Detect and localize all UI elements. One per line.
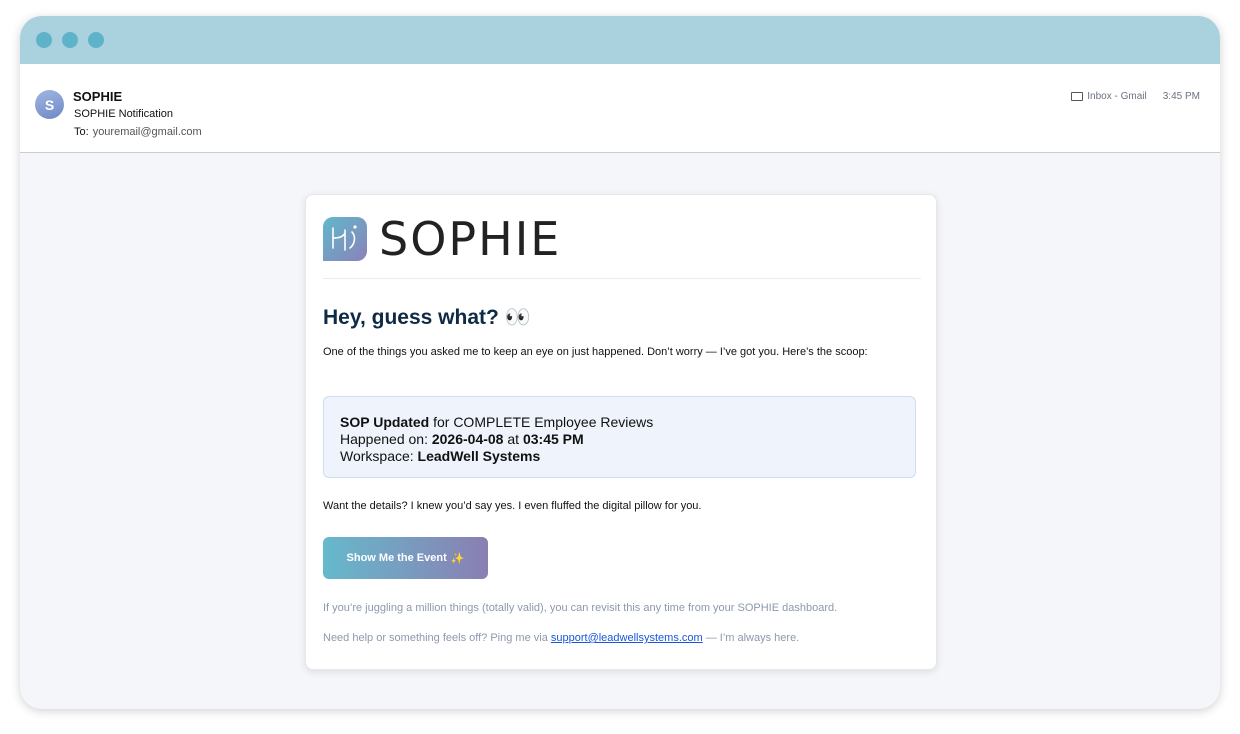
show-event-button-label: Show Me the Event [346,552,447,564]
sender-name[interactable]: SOPHIE [73,89,122,104]
workspace-label: Workspace: [340,448,418,464]
window-titlebar [20,16,1220,64]
event-subject: for COMPLETE Employee Reviews [429,414,654,430]
support-note-suffix: — I’m always here. [702,632,800,644]
folder-label[interactable]: Inbox - Gmail [1087,91,1146,102]
support-note-prefix: Need help or something feels off? Ping m… [323,632,551,644]
folder-icon [1071,92,1084,101]
email-meta: Inbox - Gmail 3:45 PM [1071,91,1200,102]
support-note: Need help or something feels off? Ping m… [323,632,799,644]
details-prompt-text: Want the details? I knew you’d say yes. … [323,500,702,512]
minimize-window-dot[interactable] [62,32,78,48]
logo-divider [323,278,921,279]
event-summary-box: SOP Updated for COMPLETE Employee Review… [323,396,916,478]
at-label: at [503,431,523,447]
close-window-dot[interactable] [36,32,52,48]
workspace-line: Workspace: LeadWell Systems [340,448,899,465]
maximize-window-dot[interactable] [88,32,104,48]
event-date: 2026-04-08 [431,431,504,447]
sophie-logo: SOPHIE [323,215,561,263]
support-email-link[interactable]: support@leadwellsystems.com [551,632,703,644]
sophie-logo-mark-icon [323,217,367,261]
show-event-button[interactable]: Show Me the Event ✨ [323,537,488,579]
sparkles-icon: ✨ [450,552,465,565]
event-line: SOP Updated for COMPLETE Employee Review… [340,414,899,431]
sender-avatar: S [35,90,64,119]
event-time: 03:45 PM [522,431,584,447]
email-header: S SOPHIE SOPHIE Notification To: youremai… [20,64,1220,153]
email-body-card: SOPHIE Hey, guess what? 👀 One of the thi… [305,194,937,670]
email-intro-text: One of the things you asked me to keep a… [323,346,868,358]
received-time: 3:45 PM [1162,91,1200,102]
event-date-line: Happened on: 2026-04-08 at 03:45 PM [340,431,899,448]
email-headline: Hey, guess what? 👀 [323,306,531,329]
workspace-name: LeadWell Systems [417,448,541,464]
sophie-logo-wordmark: SOPHIE [379,212,562,266]
recipient-row: To: youremail@gmail.com [74,126,202,138]
email-subject: SOPHIE Notification [74,108,174,120]
event-type: SOP Updated [340,414,430,430]
to-label: To: [74,126,89,138]
mail-window: S SOPHIE SOPHIE Notification To: youremai… [20,16,1220,709]
revisit-note: If you’re juggling a million things (tot… [323,602,838,614]
recipient-address[interactable]: youremail@gmail.com [93,126,202,138]
happened-label: Happened on: [340,431,432,447]
